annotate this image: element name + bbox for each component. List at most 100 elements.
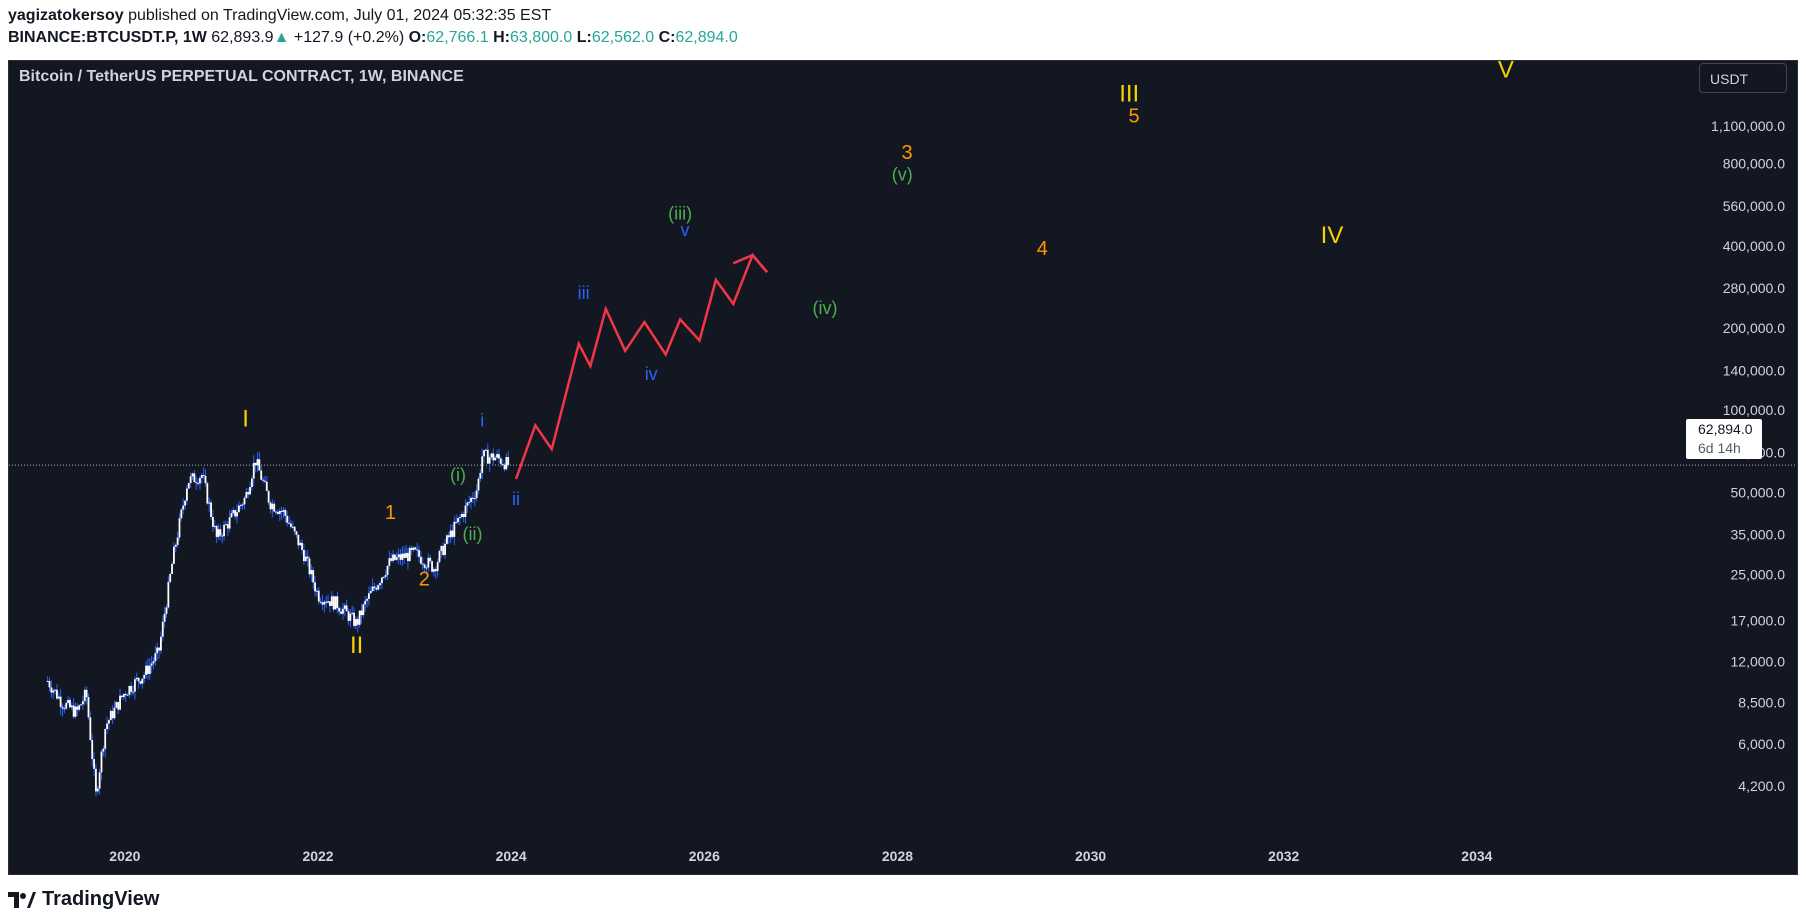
candle	[460, 513, 463, 518]
candle	[394, 554, 396, 560]
candle	[503, 464, 506, 470]
candle	[414, 547, 417, 550]
candle	[115, 702, 118, 708]
tradingview-logo[interactable]: TradingView	[8, 888, 159, 911]
candle	[252, 462, 255, 479]
candle	[184, 500, 186, 506]
candle	[135, 677, 138, 680]
candle	[80, 704, 82, 706]
y-tick-label: 140,000.0	[1723, 362, 1785, 378]
candle	[379, 583, 381, 586]
candle	[297, 534, 300, 546]
candle	[163, 613, 166, 622]
candle	[132, 691, 134, 693]
wave-label: (ii)	[463, 524, 483, 544]
candle	[256, 459, 259, 466]
candle	[78, 705, 81, 710]
candle	[147, 665, 149, 674]
ohlc-close: C:62,894.0	[658, 29, 738, 46]
candle	[219, 529, 222, 536]
candle	[444, 543, 446, 556]
wave-label: 4	[1037, 238, 1048, 260]
symbol-info: BINANCE:BTCUSDT.P, 1W 62,893.9▲ +127.9 (…	[8, 29, 738, 47]
candle	[303, 549, 305, 562]
candle	[126, 694, 129, 696]
candle	[314, 582, 316, 592]
candle	[210, 502, 212, 517]
up-arrow-icon: ▲	[273, 29, 290, 46]
y-tick-label: 100,000.0	[1723, 402, 1785, 418]
candle	[472, 497, 474, 499]
candle	[286, 515, 289, 523]
candle	[381, 577, 383, 584]
candle	[134, 679, 136, 692]
candle	[93, 759, 95, 769]
candle	[410, 547, 413, 550]
tradingview-logo-icon	[8, 891, 36, 908]
candle	[174, 544, 177, 547]
x-tick-label: 2024	[496, 848, 527, 864]
candle	[360, 610, 363, 616]
candle	[275, 511, 277, 513]
candle	[52, 690, 55, 693]
author-name[interactable]: yagizatokersoy	[8, 7, 124, 24]
candle	[338, 607, 341, 612]
candle	[117, 702, 120, 710]
candle	[251, 478, 253, 488]
candle	[273, 503, 276, 512]
x-tick-label: 2034	[1461, 848, 1492, 864]
chart-plot[interactable]: 1,600,000.01,100,000.0800,000.0560,000.0…	[9, 61, 1798, 875]
wave-label: iii	[578, 283, 590, 303]
candle	[191, 473, 194, 477]
candle	[187, 483, 190, 489]
candle	[488, 457, 491, 464]
candle	[401, 553, 404, 560]
candle	[418, 550, 420, 557]
candle	[226, 524, 229, 529]
candle	[169, 573, 172, 582]
candle	[451, 530, 454, 537]
candle	[334, 596, 337, 610]
candle	[141, 678, 144, 684]
candle	[353, 612, 355, 626]
candle	[501, 463, 504, 465]
price-change: +127.9 (+0.2%)	[293, 29, 405, 46]
candle	[195, 482, 198, 484]
candle	[347, 611, 350, 621]
chart-frame[interactable]: 1,600,000.01,100,000.0800,000.0560,000.0…	[8, 60, 1798, 875]
candle	[356, 618, 359, 625]
candle	[204, 475, 207, 484]
candle	[278, 510, 281, 514]
candle	[481, 456, 484, 473]
candle	[61, 706, 64, 709]
candle	[173, 546, 175, 564]
candle	[200, 475, 203, 478]
candle	[470, 497, 472, 502]
candle	[304, 556, 307, 562]
candle	[343, 605, 346, 609]
last-price: 62,893.9	[211, 29, 274, 46]
candle	[59, 696, 62, 707]
candle	[154, 653, 157, 662]
candle	[238, 505, 240, 513]
candle	[161, 621, 164, 637]
candle	[407, 552, 409, 562]
y-tick-label: 280,000.0	[1723, 280, 1785, 296]
currency-button[interactable]: USDT	[1699, 63, 1787, 93]
y-tick-label: 1,100,000.0	[1711, 118, 1785, 134]
candle	[178, 518, 181, 538]
candle	[89, 717, 92, 740]
candle	[403, 553, 406, 558]
candle	[349, 613, 352, 621]
candle	[102, 748, 105, 752]
candle	[152, 661, 155, 664]
candle	[167, 581, 170, 608]
candle	[327, 601, 329, 603]
candle	[57, 696, 60, 699]
x-tick-label: 2032	[1268, 848, 1299, 864]
candle	[262, 479, 264, 481]
candle	[475, 490, 478, 499]
chart-title: Bitcoin / TetherUS PERPETUAL CONTRACT, 1…	[19, 68, 464, 85]
candle	[189, 476, 192, 484]
candle	[288, 522, 290, 524]
